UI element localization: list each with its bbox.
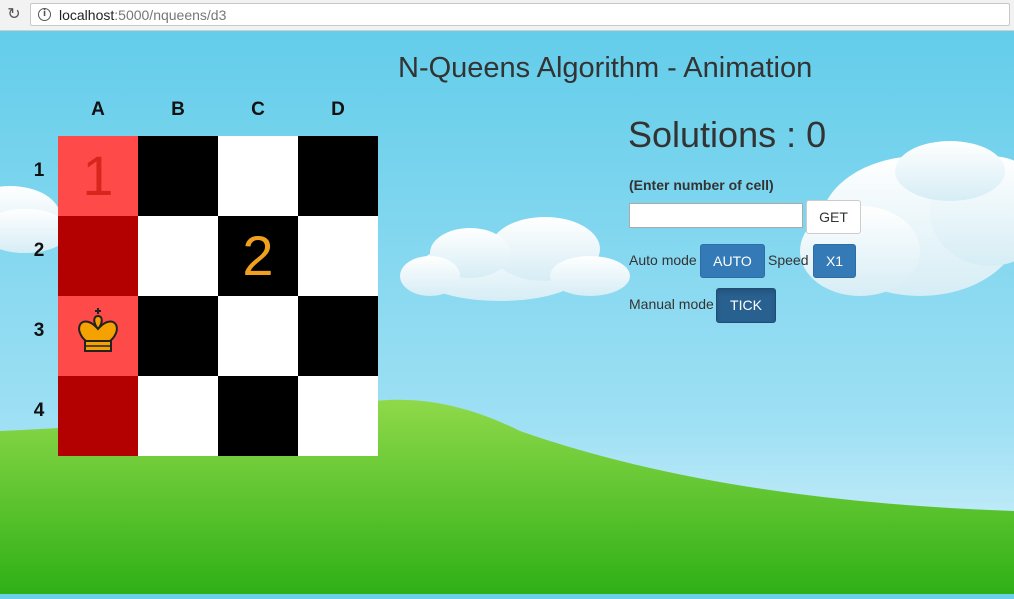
manual-mode-label: Manual mode (629, 296, 714, 312)
board-cell-d3[interactable] (298, 296, 378, 376)
board-cell-a1[interactable]: 1 (58, 136, 138, 216)
board-cell-d2[interactable] (298, 216, 378, 296)
row-label-4: 4 (33, 400, 45, 421)
info-icon[interactable]: i (38, 8, 51, 21)
auto-mode-label: Auto mode (629, 252, 697, 268)
board-cell-d1[interactable] (298, 136, 378, 216)
row-label-1: 1 (33, 160, 45, 181)
browser-address-bar: ↻ i localhost:5000/nqueens/d3 (0, 0, 1014, 31)
board-cell-a2[interactable] (58, 216, 138, 296)
queen-icon (78, 308, 118, 352)
column-label-a: A (91, 99, 105, 120)
board-cell-a3[interactable] (58, 296, 138, 376)
board-cell-b2[interactable] (138, 216, 218, 296)
row-label-3: 3 (33, 320, 45, 341)
board-cell-d4[interactable] (298, 376, 378, 456)
page-title: N-Queens Algorithm - Animation (398, 52, 813, 84)
speed-label: Speed (768, 252, 809, 268)
board-cell-c3[interactable] (218, 296, 298, 376)
board-cell-c1[interactable] (218, 136, 298, 216)
column-label-c: C (251, 99, 265, 120)
tick-button[interactable]: TICK (716, 288, 776, 323)
board-cell-c2[interactable]: 2 (218, 216, 298, 296)
board-cell-a4[interactable] (58, 376, 138, 456)
cell-step-marker: 1 (82, 144, 114, 207)
board-cell-b4[interactable] (138, 376, 218, 456)
speed-button[interactable]: X1 (813, 244, 856, 278)
column-label-b: B (171, 99, 185, 120)
url-text: localhost:5000/nqueens/d3 (59, 7, 227, 23)
solutions-counter: Solutions : 0 (628, 114, 827, 155)
cell-number-input[interactable] (629, 203, 803, 228)
auto-button[interactable]: AUTO (700, 244, 765, 278)
row-label-2: 2 (33, 240, 45, 261)
board-cell-b3[interactable] (138, 296, 218, 376)
reload-icon[interactable]: ↻ (4, 4, 24, 24)
column-label-d: D (331, 99, 345, 120)
get-button[interactable]: GET (806, 200, 861, 234)
chess-board: 12 (58, 136, 378, 456)
board-cell-b1[interactable] (138, 136, 218, 216)
board-cell-c4[interactable] (218, 376, 298, 456)
cell-step-marker: 2 (242, 224, 274, 287)
cell-prompt-label: (Enter number of cell) (629, 177, 774, 193)
url-field[interactable]: i localhost:5000/nqueens/d3 (30, 3, 1010, 26)
